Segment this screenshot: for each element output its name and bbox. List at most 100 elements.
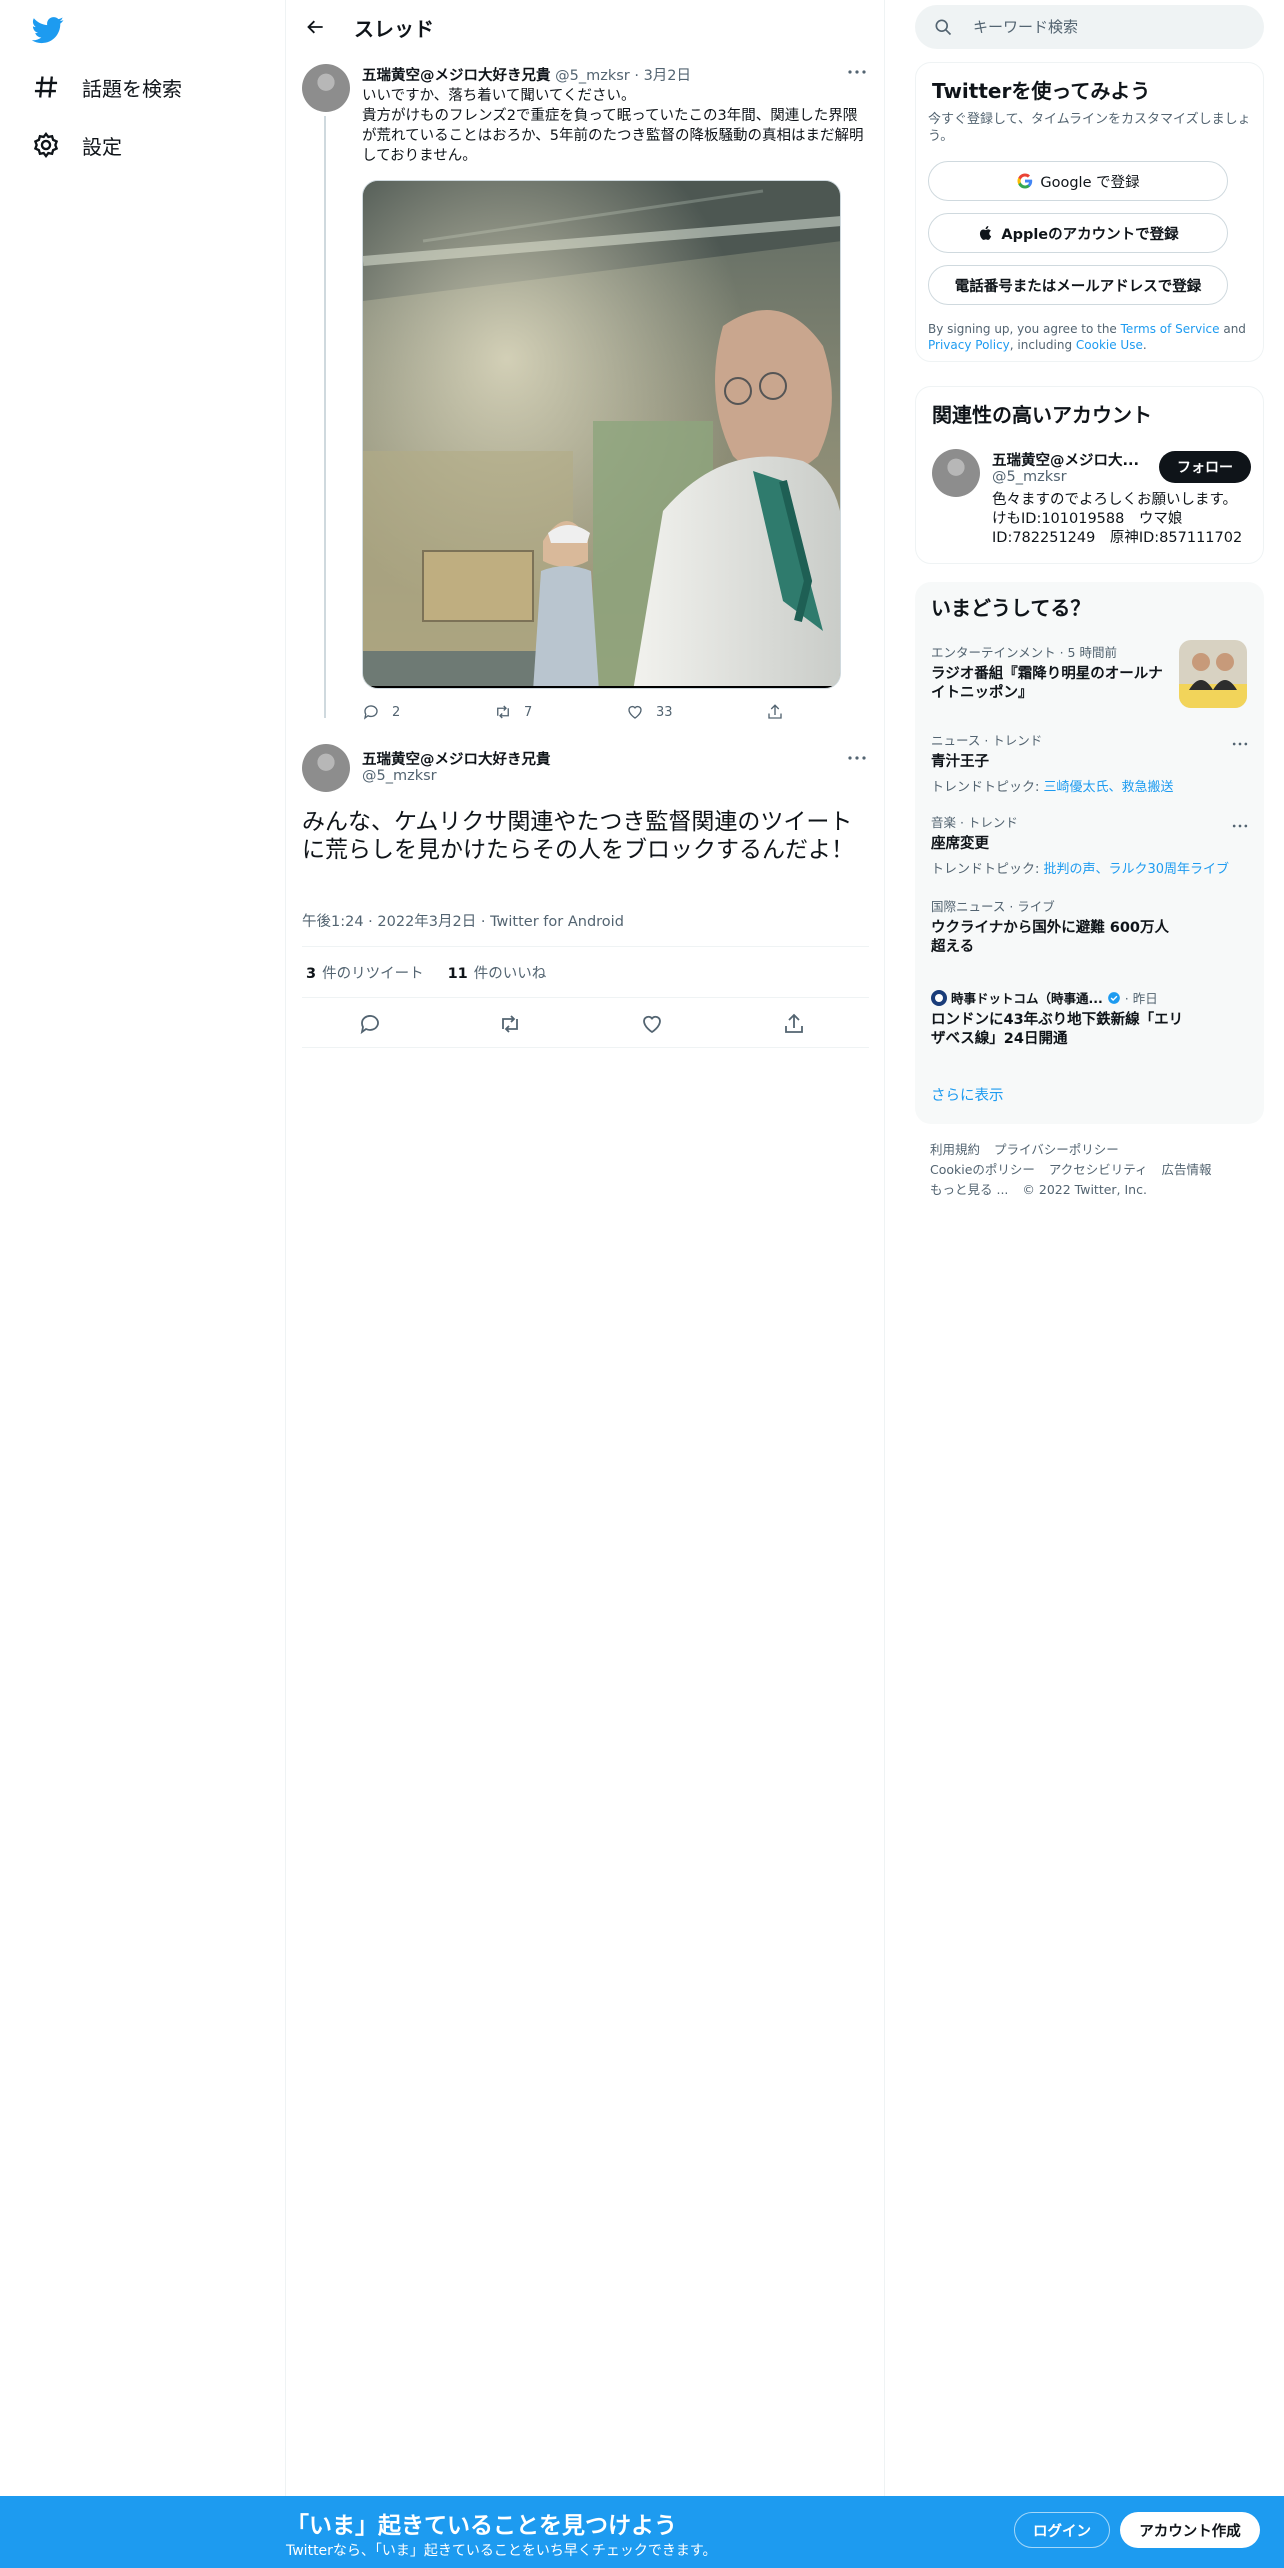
more-options-icon[interactable]: [1230, 816, 1250, 836]
reply-icon: [363, 705, 378, 720]
reply-button[interactable]: 2: [362, 700, 400, 724]
more-options-icon[interactable]: [1230, 734, 1250, 754]
likes-stat[interactable]: 11 件のいいね: [444, 962, 547, 983]
tweet-date[interactable]: 3月2日: [644, 68, 691, 84]
trend-context: ニュース · トレンド: [931, 733, 1043, 748]
trend-context: エンターテインメント · 5 時間前: [931, 645, 1117, 660]
news-source-name: 時事ドットコム（時事通...: [951, 991, 1103, 1006]
main-tweet-actions: [302, 1000, 869, 1048]
legal-period: .: [1142, 338, 1147, 352]
account-name[interactable]: 五瑞黄空@メジロ大...: [992, 449, 1142, 470]
trend-title: ラジオ番組『霜降り明星のオールナイトニッポン』: [931, 666, 1163, 701]
retweet-icon[interactable]: [498, 1012, 522, 1036]
footer-link[interactable]: アクセシビリティ: [1049, 1162, 1148, 1177]
twitter-logo-icon[interactable]: [32, 14, 64, 46]
user-handle[interactable]: @5_mzksr: [362, 768, 437, 784]
trend-context: 時事ドットコム（時事通... · 昨日: [931, 988, 1191, 1007]
nav-explore-label: 話題を検索: [82, 76, 182, 101]
like-button[interactable]: 33: [626, 700, 673, 724]
trend-item[interactable]: 国際ニュース · ライブ ウクライナから国外に避難 600万人超える: [931, 896, 1171, 957]
likes-label: 件のいいね: [473, 965, 547, 982]
apple-signup-button[interactable]: Appleのアカウントで登録: [928, 213, 1228, 253]
footer-links: 利用規約 プライバシーポリシー Cookieのポリシー アクセシビリティ 広告情…: [930, 1140, 1260, 1200]
avatar[interactable]: [302, 744, 350, 792]
share-icon[interactable]: [782, 1012, 806, 1036]
create-account-button[interactable]: アカウント作成: [1120, 2512, 1260, 2548]
retweet-button[interactable]: 7: [494, 700, 532, 724]
back-button[interactable]: [298, 9, 334, 45]
trend-thumbnail-image[interactable]: [1179, 640, 1247, 708]
nav-settings[interactable]: 設定: [32, 125, 122, 165]
signup-subtitle: 今すぐ登録して、タイムラインをカスタマイズしましょう。: [928, 112, 1251, 144]
google-signup-button[interactable]: Google で登録: [928, 161, 1228, 201]
trend-topic-prefix: トレンドトピック:: [931, 780, 1044, 795]
likes-count: 11: [447, 965, 468, 982]
trends-title: いまどうしてる？: [931, 596, 1091, 620]
reply-count: 2: [392, 704, 401, 720]
more-options-icon[interactable]: [845, 746, 869, 770]
login-button[interactable]: ログイン: [1014, 2512, 1110, 2548]
privacy-link[interactable]: Privacy Policy: [928, 338, 1010, 352]
gear-icon: [33, 132, 59, 158]
show-more-link[interactable]: さらに表示: [931, 1084, 1004, 1105]
trend-item[interactable]: 音楽 · トレンド 座席変更 トレンドトピック: 批判の声、ラルク30周年ライブ: [931, 812, 1251, 877]
terms-link[interactable]: Terms of Service: [1121, 322, 1220, 336]
tweet-text: いいですか、落ち着いて聞いてください。 貴方がけものフレンズ2で重症を負って眠っ…: [362, 88, 864, 164]
search-box[interactable]: [915, 5, 1264, 49]
search-input[interactable]: [973, 18, 1233, 36]
signup-card: Twitterを使ってみよう 今すぐ登録して、タイムラインをカスタマイズしましょ…: [915, 62, 1264, 362]
footer-link[interactable]: 利用規約: [930, 1142, 980, 1157]
footer-link[interactable]: プライバシーポリシー: [994, 1142, 1119, 1157]
tweet-date[interactable]: 2022年3月2日: [377, 914, 476, 930]
follow-button[interactable]: フォロー: [1159, 451, 1251, 483]
banner-title: 「いま」起きていることを見つけよう: [286, 2513, 677, 2539]
hashtag-icon: [34, 76, 58, 98]
more-options-icon[interactable]: [845, 60, 869, 84]
tweet-time[interactable]: 午後1:24: [302, 914, 364, 930]
footer-more-link[interactable]: もっと見る ...: [930, 1182, 1008, 1197]
account-handle[interactable]: @5_mzksr: [992, 469, 1067, 485]
news-time: · 昨日: [1124, 991, 1158, 1006]
share-icon: [768, 704, 782, 719]
user-handle[interactable]: @5_mzksr: [555, 68, 630, 84]
legal-and: and: [1219, 322, 1246, 336]
retweet-icon: [497, 705, 509, 719]
main-column: スレッド 五瑞黄空@メジロ大好き兄貴 @5_mzksr · 3月2日 いいですか…: [286, 0, 885, 2500]
retweets-stat[interactable]: 3 件のリツイート: [302, 962, 424, 983]
retweets-label: 件のリツイート: [322, 965, 424, 982]
heart-icon[interactable]: [640, 1012, 664, 1036]
cookie-link[interactable]: Cookie Use: [1076, 338, 1143, 352]
search-icon: [935, 19, 952, 36]
trend-title: ウクライナから国外に避難 600万人超える: [931, 920, 1170, 955]
trend-item[interactable]: 時事ドットコム（時事通... · 昨日 ロンドンに43年ぶり地下鉄新線「エリザベ…: [931, 988, 1191, 1049]
tweet-text: みんな、ケムリクサ関連やたつき監督関連のツイートに荒らしを見かけたらその人をブロ…: [302, 809, 854, 863]
retweets-count: 3: [306, 965, 317, 982]
phone-email-signup-button[interactable]: 電話番号またはメールアドレスで登録: [928, 265, 1228, 305]
tweet-media-image[interactable]: [362, 180, 841, 689]
tweet-metadata: 午後1:24 · 2022年3月2日 · Twitter for Android: [302, 910, 624, 931]
tweet-source[interactable]: Twitter for Android: [490, 914, 624, 930]
trend-topic-link[interactable]: 三崎優太氏、救急搬送: [1044, 780, 1174, 795]
share-button[interactable]: [766, 700, 796, 724]
trend-context: 音楽 · トレンド: [931, 815, 1018, 830]
user-name[interactable]: 五瑞黄空@メジロ大好き兄貴: [362, 68, 551, 84]
trend-title: 座席変更: [931, 836, 989, 852]
footer-link[interactable]: Cookieのポリシー: [930, 1162, 1035, 1177]
separator-dot: ·: [480, 914, 486, 930]
trend-title: 青汁王子: [931, 754, 989, 770]
trend-item[interactable]: ニュース · トレンド 青汁王子 トレンドトピック: 三崎優太氏、救急搬送: [931, 730, 1251, 795]
separator-dot: ·: [368, 914, 373, 930]
relevant-title: 関連性の高いアカウント: [932, 403, 1152, 427]
banner-subtitle: Twitterなら、「いま」起きていることをいち早くチェックできます。: [286, 2543, 717, 2559]
user-name[interactable]: 五瑞黄空@メジロ大好き兄貴: [362, 748, 551, 769]
google-signup-label: Google で登録: [1040, 174, 1140, 191]
trend-item[interactable]: エンターテインメント · 5 時間前 ラジオ番組『霜降り明星のオールナイトニッポ…: [931, 642, 1171, 703]
reply-icon[interactable]: [358, 1012, 382, 1036]
avatar[interactable]: [932, 449, 980, 497]
footer-link[interactable]: 広告情報: [1162, 1162, 1212, 1177]
nav-settings-label: 設定: [82, 134, 122, 159]
trend-topic-link[interactable]: 批判の声、ラルク30周年ライブ: [1044, 862, 1230, 877]
avatar[interactable]: [302, 64, 350, 112]
legal-including: , including: [1009, 338, 1076, 352]
nav-explore[interactable]: 話題を検索: [32, 67, 182, 107]
